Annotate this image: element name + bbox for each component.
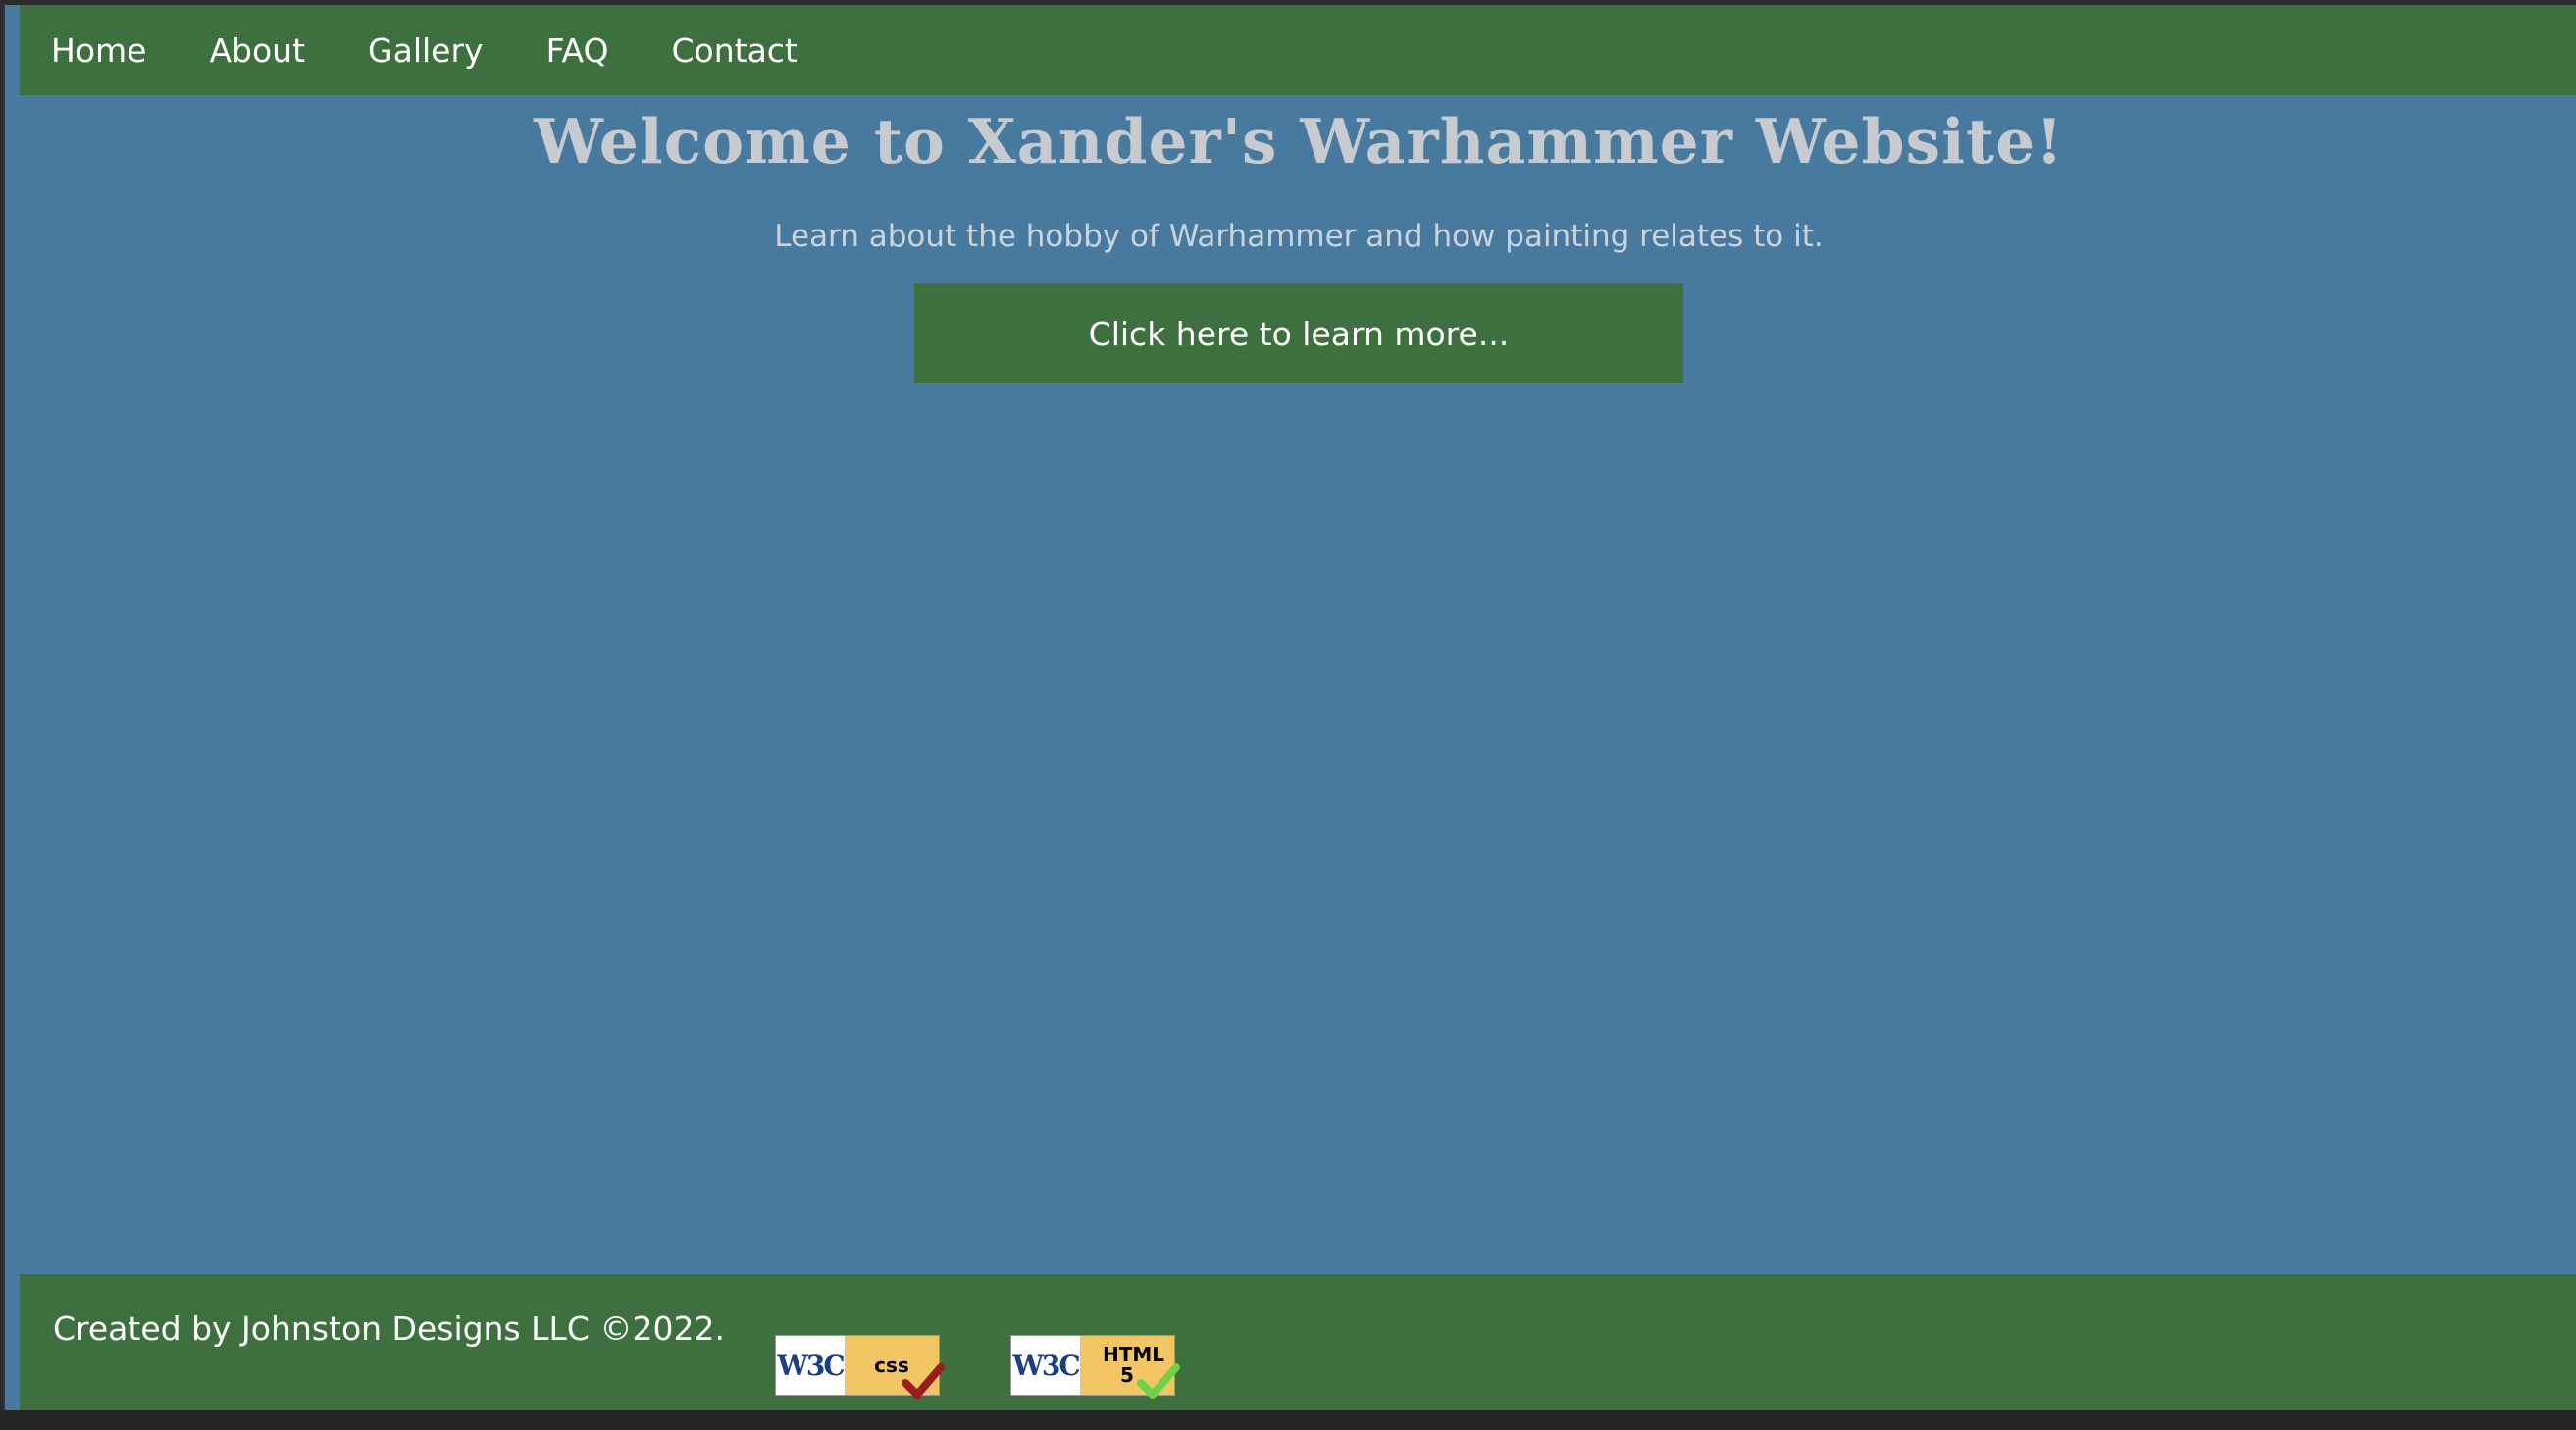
footer-credit: Created by Johnston Designs LLC ©2022. (53, 1309, 725, 1348)
w3c-css-valid-badge[interactable]: W3C css (775, 1335, 945, 1399)
badge-tech-area: HTML 5 (1080, 1336, 1180, 1399)
w3c-html5-valid-badge[interactable]: W3C HTML 5 (1010, 1335, 1180, 1399)
browser-viewport: Home About Gallery FAQ Contact Welcome t… (3, 5, 2576, 1410)
page-title: Welcome to Xander's Warhammer Website! (534, 105, 2064, 178)
w3c-logo-text: W3C (776, 1336, 846, 1395)
hero-section: Welcome to Xander's Warhammer Website! L… (20, 95, 2576, 383)
nav-link-home[interactable]: Home (51, 34, 146, 67)
nav-link-about[interactable]: About (209, 34, 305, 67)
nav-link-gallery[interactable]: Gallery (368, 34, 484, 67)
page-subtitle: Learn about the hobby of Warhammer and h… (774, 219, 1824, 254)
badge-tech-area: css (845, 1336, 945, 1399)
w3c-logo-text: W3C (1011, 1336, 1081, 1395)
learn-more-button[interactable]: Click here to learn more... (914, 283, 1683, 383)
nav-link-contact[interactable]: Contact (671, 34, 797, 67)
checkmark-icon (902, 1363, 945, 1399)
top-navigation-bar: Home About Gallery FAQ Contact (20, 5, 2576, 95)
page-footer: Created by Johnston Designs LLC ©2022. W… (20, 1274, 2576, 1410)
checkmark-icon (1137, 1363, 1180, 1399)
desktop-background-strip (0, 1410, 2576, 1430)
nav-link-faq[interactable]: FAQ (546, 34, 609, 67)
